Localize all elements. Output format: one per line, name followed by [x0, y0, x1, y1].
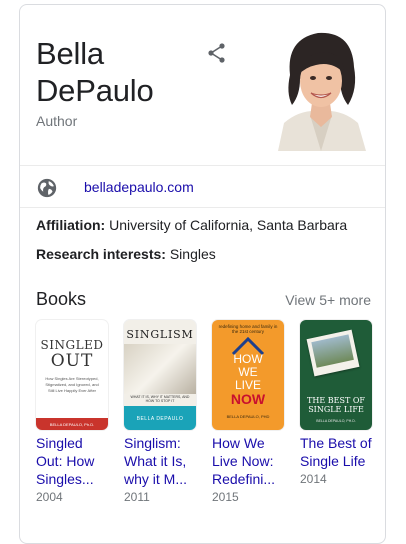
book-title-line: Redefini...	[212, 471, 276, 487]
view-more-books-link[interactable]: View 5+ more	[285, 292, 371, 308]
cover-author: BELLA DEPAULO, Ph.D.	[49, 422, 95, 427]
fact-label: Research interests:	[36, 246, 166, 262]
cover-author: BELLA DEPAULO, PH.D.	[316, 419, 356, 423]
book-title-line: Out: How	[36, 453, 95, 469]
fact-value[interactable]: Singles	[166, 246, 216, 262]
author-photo-image	[270, 23, 372, 151]
author-photo[interactable]	[270, 23, 372, 151]
divider	[20, 207, 385, 208]
book-title-line: Single Life	[300, 453, 366, 469]
book-title: The Best of Single Life	[300, 434, 376, 470]
book-card-singled-out[interactable]: SINGLED OUT How Singles Are Stereotyped,…	[36, 320, 116, 505]
book-year: 2014	[300, 472, 327, 486]
cover-author: BELLA DEPAULO, PHD	[226, 414, 270, 419]
book-year: 2004	[36, 490, 63, 504]
cover-word: NOW	[230, 391, 266, 407]
book-title-line: Singlism:	[124, 435, 181, 451]
share-icon	[208, 43, 225, 63]
fact-label: Affiliation:	[36, 217, 106, 233]
cover-title-mid: OUT	[50, 351, 94, 371]
knowledge-panel: Bella DePaulo Author belladepaulo.com Af…	[19, 4, 386, 544]
cover-title-top: SINGLED	[40, 338, 104, 352]
cover-author: BELLA DEPAULO	[136, 416, 184, 422]
book-card-singlism[interactable]: SINGLISM WHAT IT IS, WHY IT MATTERS, AND…	[124, 320, 204, 505]
fact-research-interests: Research interests: Singles	[36, 246, 216, 262]
entity-name: Bella DePaulo	[36, 35, 196, 109]
cover-title-top: SINGLISM	[126, 328, 194, 341]
book-title-line: Live Now:	[212, 453, 274, 469]
fact-value[interactable]: University of California, Santa Barbara	[105, 217, 347, 233]
book-title: Singled Out: How Singles...	[36, 434, 112, 488]
book-cover: SINGLISM WHAT IT IS, WHY IT MATTERS, AND…	[124, 320, 196, 430]
entity-name-first: Bella	[36, 36, 104, 71]
cover-title-top: THE BEST OF	[307, 396, 365, 405]
divider	[20, 165, 385, 166]
website-link[interactable]: belladepaulo.com	[84, 179, 194, 195]
cover-title-mid: SINGLE LIFE	[308, 405, 364, 414]
book-title-line: why it M...	[124, 471, 188, 487]
book-title-line: How We	[212, 435, 265, 451]
book-cover: redefining home and family in the 21st c…	[212, 320, 284, 430]
cover-subtitle: How Singles Are Stereotyped, Stigmatized…	[45, 376, 99, 393]
entity-name-last: DePaulo	[36, 73, 154, 108]
book-title: Singlism: What it Is, why it M...	[124, 434, 200, 488]
book-title-line: Singled	[36, 435, 83, 451]
book-title-line: Singles...	[36, 471, 94, 487]
books-heading: Books	[36, 289, 87, 309]
book-title: How We Live Now: Redefini...	[212, 434, 288, 488]
cover-tagline: redefining home and family in the 21st c…	[218, 324, 278, 334]
website-row: belladepaulo.com	[20, 167, 385, 207]
book-card-best-of-single-life[interactable]: THE BEST OF SINGLE LIFE BELLA DEPAULO, P…	[300, 320, 380, 487]
book-year: 2011	[124, 490, 150, 504]
book-cover: THE BEST OF SINGLE LIFE BELLA DEPAULO, P…	[300, 320, 372, 430]
book-year: 2015	[212, 490, 239, 504]
fact-affiliation: Affiliation: University of California, S…	[36, 217, 347, 233]
globe-icon	[37, 178, 57, 198]
book-title-line: The Best of	[300, 435, 372, 451]
book-card-how-we-live-now[interactable]: redefining home and family in the 21st c…	[212, 320, 292, 505]
share-button[interactable]	[205, 41, 229, 65]
book-title-line: What it Is,	[124, 453, 187, 469]
book-cover: SINGLED OUT How Singles Are Stereotyped,…	[36, 320, 108, 430]
entity-subtitle: Author	[36, 113, 78, 129]
cover-subtitle: WHAT IT IS, WHY IT MATTERS, AND HOW TO S…	[130, 395, 190, 403]
